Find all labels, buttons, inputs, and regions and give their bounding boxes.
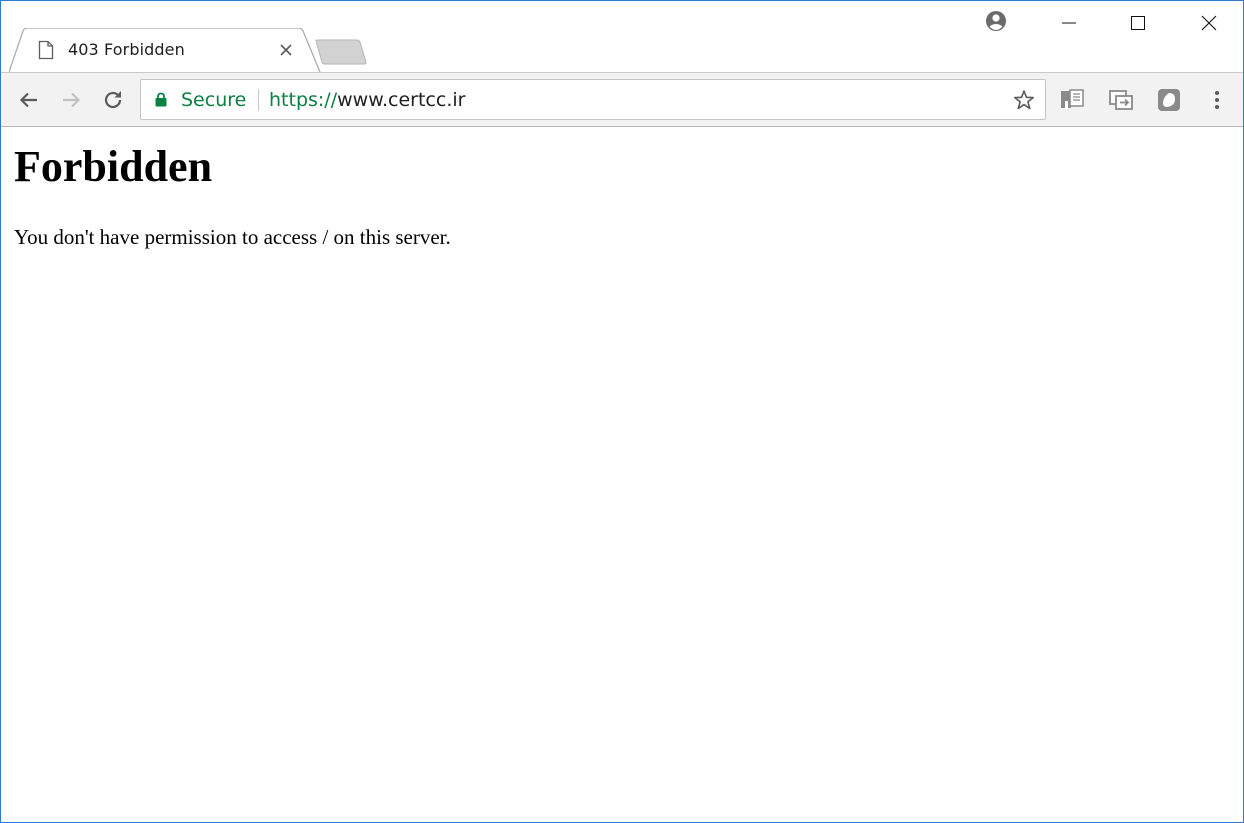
maximize-icon [1131, 16, 1145, 30]
menu-icon [1215, 91, 1219, 109]
extension-2-button[interactable] [1108, 87, 1134, 113]
tab-strip: 403 Forbidden [1, 1, 1243, 73]
close-window-button[interactable] [1186, 1, 1232, 45]
new-tab-button[interactable] [314, 39, 368, 65]
tab-close-icon[interactable] [279, 43, 293, 57]
profile-icon[interactable] [985, 10, 1007, 32]
url-scheme: https:// [269, 89, 338, 111]
page-content: Forbidden You don't have permission to a… [1, 127, 1243, 822]
star-icon[interactable] [1013, 89, 1035, 111]
secure-label[interactable]: Secure [181, 89, 246, 111]
document-icon [38, 40, 54, 60]
reload-icon [104, 91, 122, 109]
extension-1-icon [1061, 89, 1084, 109]
close-icon [1201, 15, 1217, 31]
extension-2-icon [1109, 90, 1133, 110]
error-message: You don't have permission to access / on… [14, 225, 451, 249]
url-text[interactable]: https://www.certcc.ir [269, 89, 465, 111]
lock-icon[interactable] [155, 92, 167, 107]
back-icon [19, 92, 37, 108]
address-bar[interactable]: Secure https://www.certcc.ir [140, 79, 1046, 120]
maximize-button[interactable] [1115, 1, 1161, 45]
omnibox-divider [258, 89, 259, 111]
extension-1-button[interactable] [1059, 87, 1085, 113]
forward-icon [63, 92, 81, 108]
tab-title: 403 Forbidden [68, 40, 185, 59]
tab-active[interactable]: 403 Forbidden [9, 28, 321, 73]
extension-3-button[interactable] [1156, 87, 1182, 113]
browser-toolbar: Secure https://www.certcc.ir [1, 72, 1243, 127]
back-button[interactable] [15, 86, 43, 114]
page-heading: Forbidden [14, 142, 213, 191]
browser-window: 403 Forbidden Secure https://www.certcc.… [0, 0, 1244, 823]
minimize-icon [1062, 22, 1076, 24]
extension-3-icon [1158, 89, 1180, 111]
reload-button[interactable] [99, 86, 127, 114]
menu-button[interactable] [1207, 87, 1227, 113]
forward-button[interactable] [57, 86, 85, 114]
minimize-button[interactable] [1046, 1, 1092, 45]
url-host: www.certcc.ir [337, 89, 466, 111]
